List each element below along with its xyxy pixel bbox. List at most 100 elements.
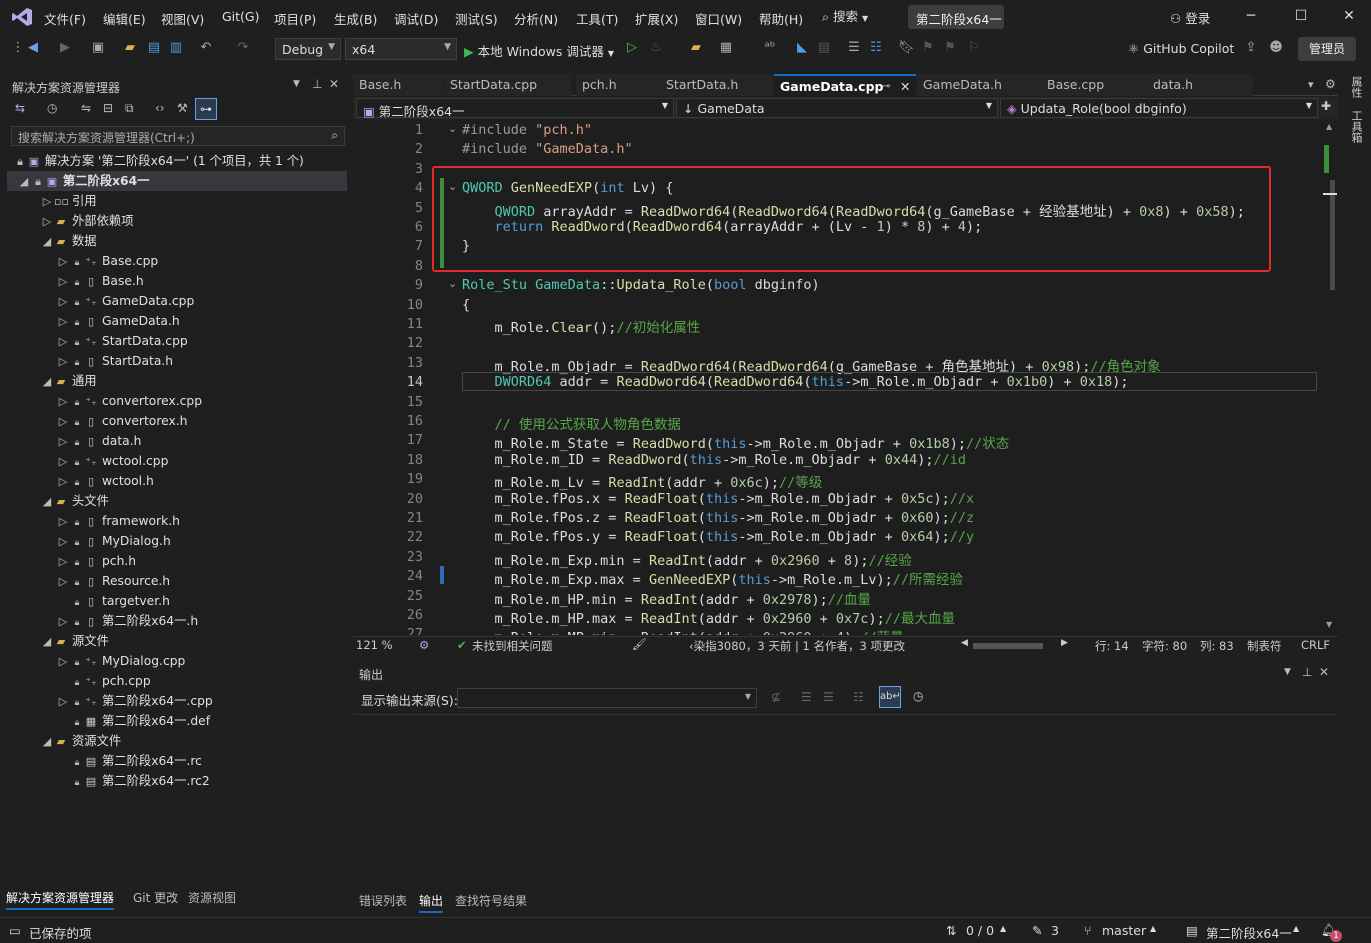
tree-file[interactable]: ▷ 🔒︎ ▯ pch.h: [56, 551, 136, 571]
tree-file[interactable]: 🔒︎ ▦ 第二阶段x64一.def: [56, 711, 210, 731]
start-without-debugging-icon[interactable]: ▷: [624, 40, 640, 56]
config-select[interactable]: Debug ▼: [275, 38, 341, 60]
tree-file[interactable]: ▷ 🔒︎ ▯ MyDialog.h: [56, 531, 171, 551]
chevron-down-icon[interactable]: ◢: [40, 232, 54, 252]
member-scope-select[interactable]: ◈ Updata_Role(bool dbginfo) ▼: [1000, 98, 1318, 118]
issues-status[interactable]: 未找到相关问题: [472, 638, 553, 654]
login-button[interactable]: ⚇ 登录: [1170, 8, 1210, 27]
platform-select[interactable]: x64 ▼: [345, 38, 457, 60]
indent-mode[interactable]: 制表符: [1247, 638, 1282, 654]
scroll-thumb[interactable]: [1330, 180, 1335, 290]
collapse-icon[interactable]: ⊟: [103, 101, 113, 115]
scroll-right-icon[interactable]: ▶: [1061, 638, 1068, 648]
tree-file[interactable]: 🔒︎ ▯ targetver.h: [56, 591, 170, 611]
menu-window[interactable]: 窗口(W): [695, 9, 742, 28]
tab-startdata-h[interactable]: StartData.h: [660, 74, 773, 96]
chevron-right-icon[interactable]: ▷: [56, 292, 70, 312]
chevron-right-icon[interactable]: ▷: [56, 612, 70, 632]
save-all-icon[interactable]: ▥: [168, 40, 184, 56]
tree-file[interactable]: ▷ 🔒︎ ⁺₊ GameData.cpp: [56, 291, 195, 312]
tree-folder[interactable]: ▷ ▰ 外部依赖项: [40, 211, 134, 231]
chevron-right-icon[interactable]: ▷: [56, 332, 70, 352]
start-debugging-button[interactable]: ▶ 本地 Windows 调试器 ▼: [464, 41, 614, 60]
tree-file[interactable]: ▷ 🔒︎ ▯ Base.h: [56, 271, 144, 291]
solution-explorer-search[interactable]: 搜索解决方案资源管理器(Ctrl+;) ⌕: [11, 126, 345, 146]
scroll-up-icon[interactable]: ▲: [1326, 122, 1332, 131]
tree-file[interactable]: ▷ ▫▫ 引用: [40, 191, 97, 211]
layout-icon[interactable]: ▦: [718, 40, 734, 56]
pin-icon[interactable]: ⊥: [1302, 665, 1312, 679]
folder-icon[interactable]: ▰: [688, 40, 704, 56]
chevron-down-icon[interactable]: ◢: [40, 632, 54, 652]
branch-name[interactable]: master: [1102, 923, 1146, 938]
git-blame[interactable]: ‹染指3080，3 天前 | 1 名作者，3 项更改: [689, 638, 905, 654]
chevron-right-icon[interactable]: ▷: [56, 572, 70, 592]
tree-file[interactable]: ▷ 🔒︎ ▯ GameData.h: [56, 311, 180, 331]
split-icon[interactable]: ✚: [1321, 99, 1331, 113]
tree-file[interactable]: ▷ 🔒︎ ▯ StartData.h: [56, 351, 173, 371]
tree-file[interactable]: 🔒︎ ▤ 第二阶段x64一.rc2: [56, 771, 210, 791]
tree-file[interactable]: ▷ 🔒︎ ⁺₊ wctool.cpp: [56, 451, 169, 471]
menu-file[interactable]: 文件(F): [44, 9, 86, 28]
chevron-right-icon[interactable]: ▷: [40, 192, 54, 212]
project-scope-select[interactable]: ▣ 第二阶段x64一 ▼: [356, 98, 674, 119]
tab-base-cpp[interactable]: Base.cpp: [1041, 74, 1147, 96]
menu-analyze[interactable]: 分析(N): [514, 9, 558, 28]
close-icon[interactable]: ✕: [329, 77, 339, 91]
char-indicator[interactable]: 字符: 80: [1142, 638, 1187, 654]
menu-git[interactable]: Git(G): [222, 9, 260, 24]
tree-folder[interactable]: ◢ ▰ 头文件: [40, 491, 109, 511]
scroll-down-icon[interactable]: ▼: [1326, 620, 1332, 629]
chevron-right-icon[interactable]: ▷: [56, 392, 70, 412]
class-scope-select[interactable]: ↓ GameData ▼: [676, 98, 998, 118]
edits-count[interactable]: 3: [1051, 923, 1059, 938]
tab-startdata-cpp[interactable]: StartData.cpp: [444, 74, 571, 96]
scroll-left-icon[interactable]: ◀: [961, 638, 968, 648]
step-icon[interactable]: ▤: [816, 40, 832, 56]
chevron-down-icon[interactable]: ▼: [1284, 667, 1291, 677]
code-icon[interactable]: ‹›: [155, 101, 165, 115]
line-indicator[interactable]: 行: 14: [1095, 638, 1129, 654]
tree-folder[interactable]: ◢ ▰ 资源文件: [40, 731, 121, 751]
tree-file[interactable]: ▷ 🔒︎ ⁺₊ StartData.cpp: [56, 331, 188, 351]
comment-icon[interactable]: ☰: [846, 40, 862, 56]
tab-output[interactable]: 输出: [419, 892, 444, 913]
pin-icon[interactable]: ⊸: [882, 76, 890, 98]
chevron-right-icon[interactable]: ▷: [56, 272, 70, 292]
new-project-icon[interactable]: ▣: [90, 40, 106, 56]
chevron-right-icon[interactable]: ▷: [56, 532, 70, 552]
chevron-right-icon[interactable]: ▷: [56, 652, 70, 672]
spellcheck-icon[interactable]: ᵃᵇ: [762, 40, 778, 56]
back-icon[interactable]: ◀: [25, 40, 41, 56]
tree-folder[interactable]: ◢ ▰ 源文件: [40, 631, 109, 651]
tree-file[interactable]: ▷ 🔒︎ ⁺₊ 第二阶段x64一.cpp: [56, 691, 213, 711]
gear-icon[interactable]: ⚙: [1325, 77, 1336, 91]
line-ending[interactable]: CRLF: [1301, 638, 1330, 652]
chevron-down-icon[interactable]: ◢: [40, 732, 54, 752]
vs-switch-icon[interactable]: ⇆: [15, 101, 25, 115]
bookmark-icon[interactable]: 🔖︎: [898, 40, 915, 56]
tab-gamedata-h[interactable]: GameData.h: [917, 74, 1041, 96]
tab-pch-h[interactable]: pch.h: [576, 74, 660, 96]
word-wrap-icon[interactable]: ab↵: [879, 686, 901, 708]
output-content[interactable]: [354, 714, 1337, 888]
brush-icon[interactable]: 🖌︎: [632, 637, 647, 651]
uncomment-icon[interactable]: ☷: [868, 40, 884, 56]
wrench-icon[interactable]: ⚒: [177, 101, 188, 115]
bookmark-prev-icon[interactable]: ⚑: [920, 40, 936, 56]
tree-folder[interactable]: ◢ ▰ 数据: [40, 231, 97, 251]
sync-status[interactable]: 0 / 0: [966, 923, 994, 938]
chevron-right-icon[interactable]: ▷: [56, 352, 70, 372]
menu-test[interactable]: 测试(S): [455, 9, 498, 28]
output-source-select[interactable]: ▼: [457, 688, 757, 708]
clear-all-icon[interactable]: ☷: [853, 690, 864, 704]
preview-icon[interactable]: ⊶: [195, 98, 217, 120]
sync-icon[interactable]: ⇋: [81, 101, 91, 115]
show-all-icon[interactable]: ⧉: [125, 101, 134, 116]
bookmark-clear-icon[interactable]: ⚐: [966, 40, 982, 56]
minimize-icon[interactable]: ─: [1238, 4, 1264, 28]
save-icon[interactable]: ▤: [146, 40, 162, 56]
repo-name[interactable]: 第二阶段x64一: [1206, 923, 1292, 942]
history-icon[interactable]: ◷: [47, 101, 57, 115]
tab-find-symbol-results[interactable]: 查找符号结果: [455, 892, 527, 909]
